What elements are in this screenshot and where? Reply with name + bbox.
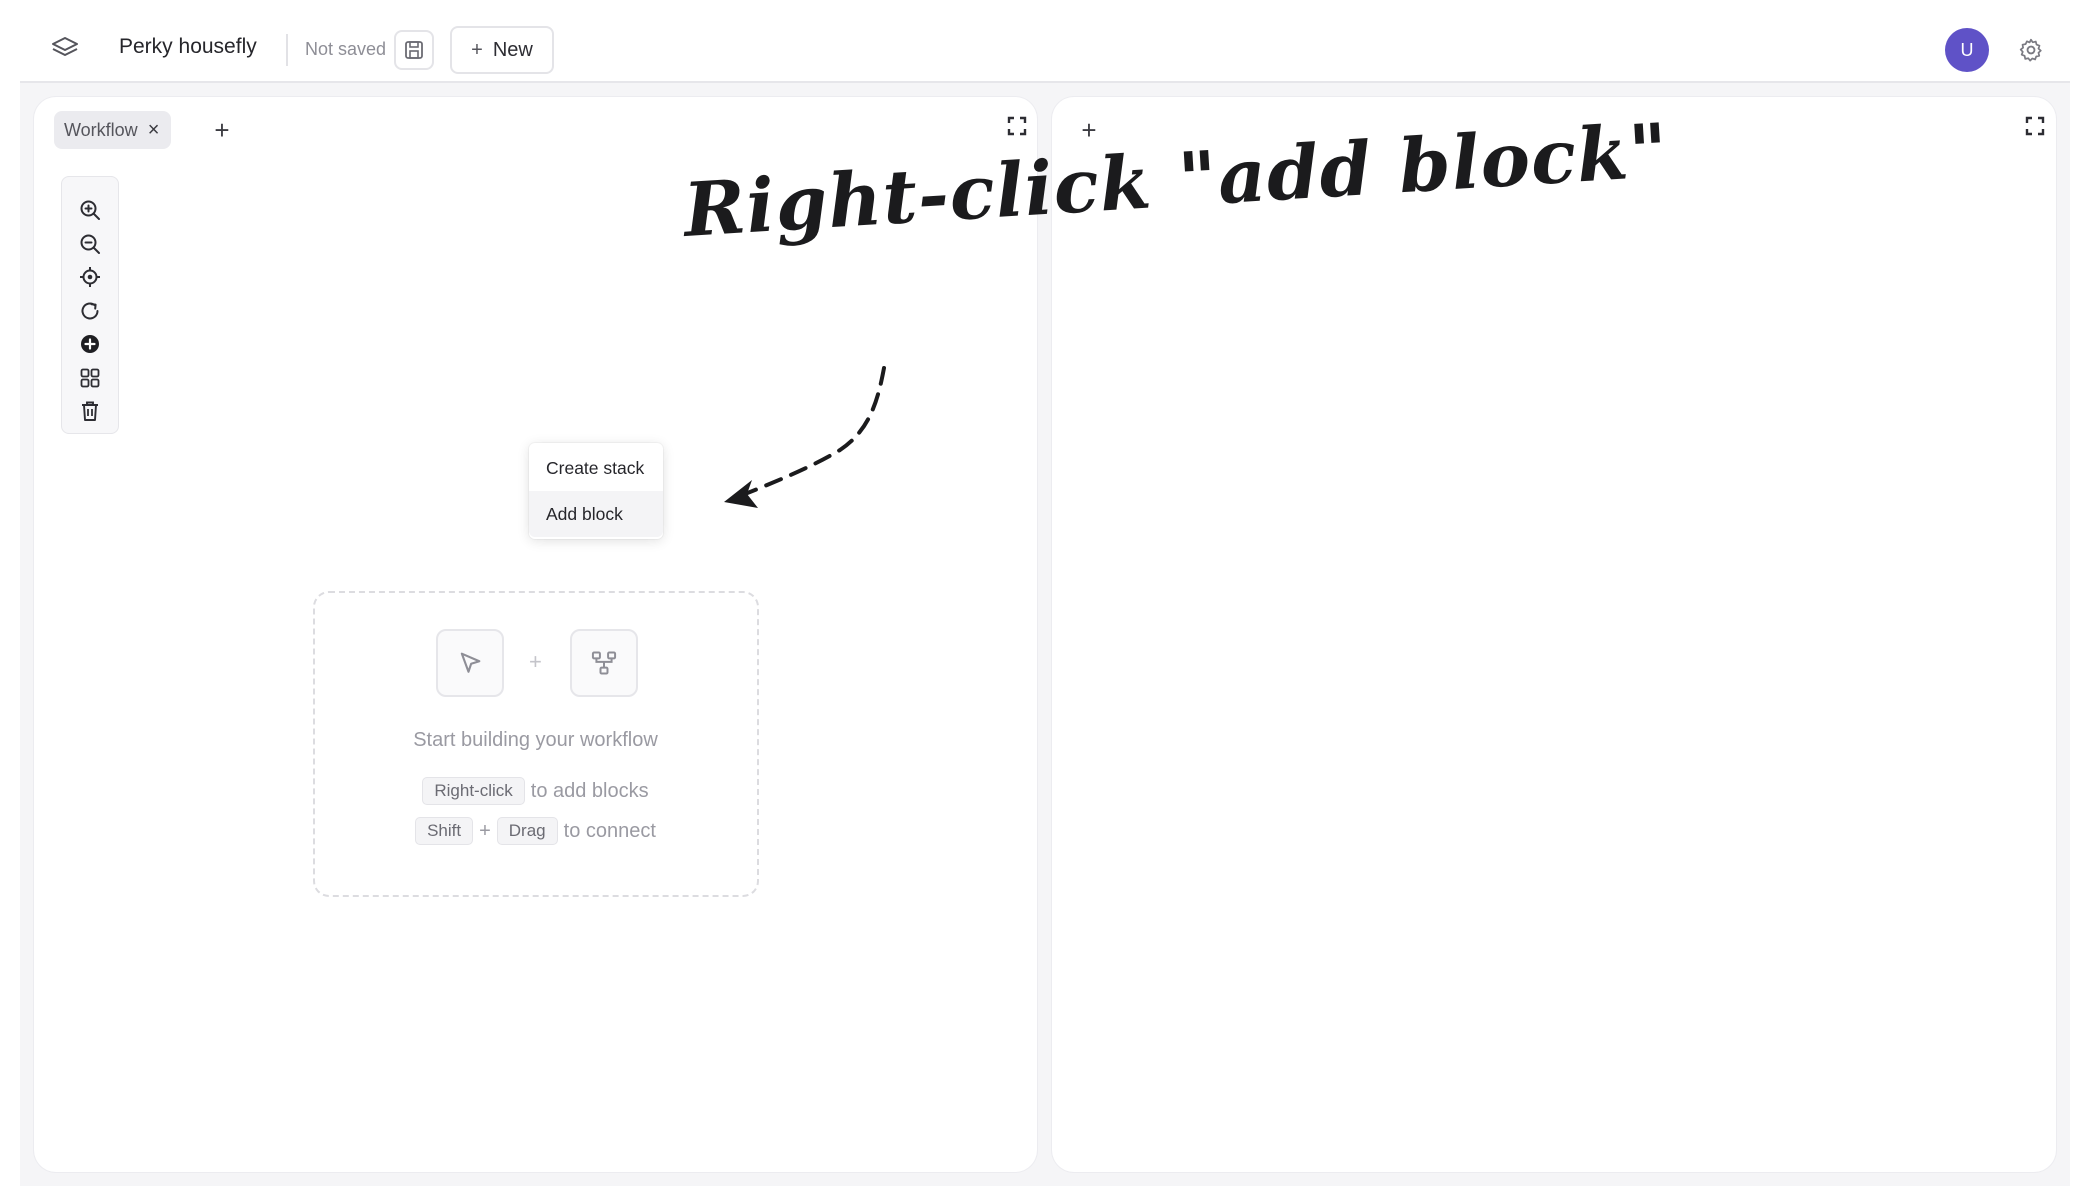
zoom-out-icon[interactable] (76, 230, 104, 258)
key-shift: Shift (415, 817, 474, 845)
menu-item-create-stack[interactable]: Create stack (529, 445, 663, 491)
layers-icon[interactable] (47, 30, 83, 66)
hint-add-blocks: Right-click to add blocks (315, 777, 756, 805)
expand-icon[interactable] (1002, 111, 1032, 141)
plus-icon: + (471, 38, 483, 61)
expand-icon[interactable] (2020, 111, 2050, 141)
workflow-panel: Workflow × + Create stack Add block + St… (34, 97, 1037, 1172)
save-icon (405, 41, 423, 59)
app-window: Perky housefly Not saved + New U Workflo… (20, 0, 2070, 1186)
context-menu: Create stack Add block (529, 443, 663, 539)
canvas-toolbar (61, 176, 119, 434)
add-circle-icon[interactable] (76, 330, 104, 358)
annotation-arrow (724, 366, 886, 508)
empty-state-title: Start building your workflow (413, 729, 658, 751)
hint-connect: Shift + Drag to connect (315, 817, 756, 845)
save-button[interactable] (394, 30, 434, 70)
empty-state: + Start building your workflow Right-cli… (313, 591, 759, 897)
secondary-panel: + (1052, 97, 2056, 1172)
tab-label: Workflow (64, 119, 138, 140)
top-header: Perky housefly Not saved + New U (20, 0, 2070, 83)
locate-icon[interactable] (76, 263, 104, 291)
project-name[interactable]: Perky housefly (119, 35, 257, 59)
tab-workflow[interactable]: Workflow × (54, 111, 172, 149)
gear-icon[interactable] (2016, 35, 2046, 65)
key-drag: Drag (496, 817, 558, 845)
grid-icon[interactable] (76, 364, 104, 392)
add-tab-button[interactable]: + (1074, 115, 1104, 145)
workflow-icon (570, 629, 638, 697)
new-button-label: New (492, 38, 533, 61)
menu-item-add-block[interactable]: Add block (529, 491, 663, 537)
hint-text: to add blocks (530, 779, 649, 802)
refresh-icon[interactable] (76, 297, 104, 325)
close-icon[interactable]: × (148, 120, 160, 140)
zoom-in-icon[interactable] (76, 196, 104, 224)
hint-plus: + (479, 819, 491, 842)
avatar[interactable]: U (1945, 28, 1989, 72)
add-tab-button[interactable]: + (207, 115, 237, 145)
cursor-icon (436, 629, 504, 697)
hint-text: to connect (563, 819, 656, 842)
header-divider (286, 34, 288, 66)
trash-icon[interactable] (76, 397, 104, 425)
key-right-click: Right-click (422, 777, 525, 805)
plus-icon: + (529, 649, 542, 674)
new-button[interactable]: + New (450, 26, 554, 74)
save-status: Not saved (305, 39, 387, 59)
